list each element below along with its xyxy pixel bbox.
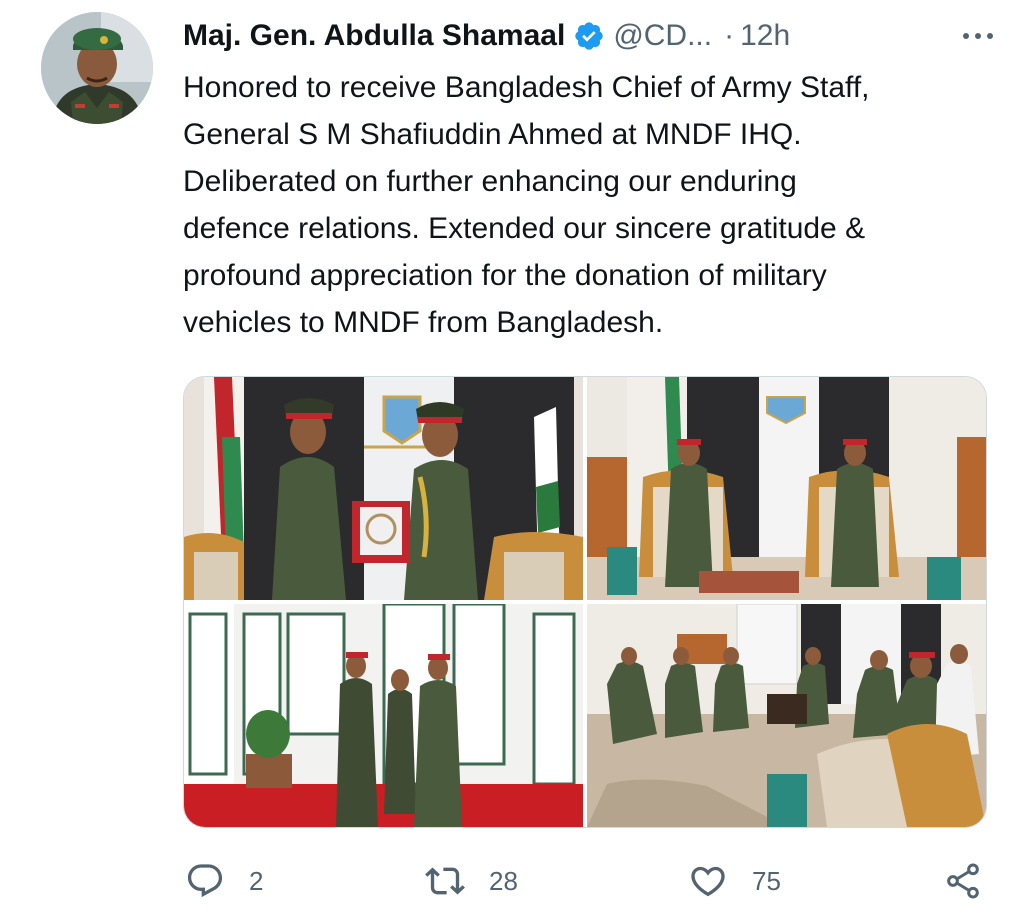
- tweet-text-line: Deliberated on further enhancing our end…: [183, 165, 797, 198]
- tweet-text-line: vehicles to MNDF from Bangladesh.: [183, 306, 664, 339]
- tweet-actions: 2 28 75: [183, 856, 993, 906]
- tweet-text: Honored to receive Bangladesh Chief of A…: [183, 64, 1003, 346]
- tweet-header: Maj. Gen. Abdulla Shamaal @CD... · 12h: [183, 14, 993, 58]
- separator-dot: ·: [724, 19, 735, 52]
- verified-badge-icon: [573, 20, 605, 52]
- author-handle[interactable]: @CD...: [613, 19, 712, 53]
- photo-handshake-hall[interactable]: [184, 604, 583, 827]
- more-dots-icon[interactable]: [945, 18, 993, 54]
- retweet-count: 28: [489, 865, 518, 896]
- timestamp[interactable]: 12h: [740, 19, 790, 53]
- tweet-text-line: profound appreciation for the donation o…: [183, 259, 827, 292]
- tweet-text-line: Honored to receive Bangladesh Chief of A…: [183, 71, 870, 104]
- like-button[interactable]: 75: [688, 856, 781, 906]
- photo-delegation-meeting[interactable]: [587, 604, 986, 827]
- tweet-text-line: General S M Shafiuddin Ahmed at MNDF IHQ…: [183, 118, 802, 151]
- reply-bubble-icon: [187, 864, 223, 898]
- photo-seated-meeting[interactable]: [587, 377, 986, 600]
- share-icon: [947, 863, 979, 899]
- reply-count: 2: [249, 865, 264, 896]
- retweet-icon: [425, 867, 465, 895]
- like-count: 75: [752, 865, 781, 896]
- avatar-image: [41, 12, 153, 124]
- retweet-button[interactable]: 28: [425, 856, 518, 906]
- author-name[interactable]: Maj. Gen. Abdulla Shamaal: [183, 19, 565, 53]
- avatar[interactable]: [41, 12, 153, 124]
- share-button[interactable]: [943, 856, 983, 906]
- tweet-text-line: defence relations. Extended our sincere …: [183, 212, 866, 245]
- reply-button[interactable]: 2: [185, 856, 263, 906]
- media-grid: [183, 376, 987, 828]
- photo-plaque-presentation[interactable]: [184, 377, 583, 600]
- heart-icon: [691, 866, 725, 897]
